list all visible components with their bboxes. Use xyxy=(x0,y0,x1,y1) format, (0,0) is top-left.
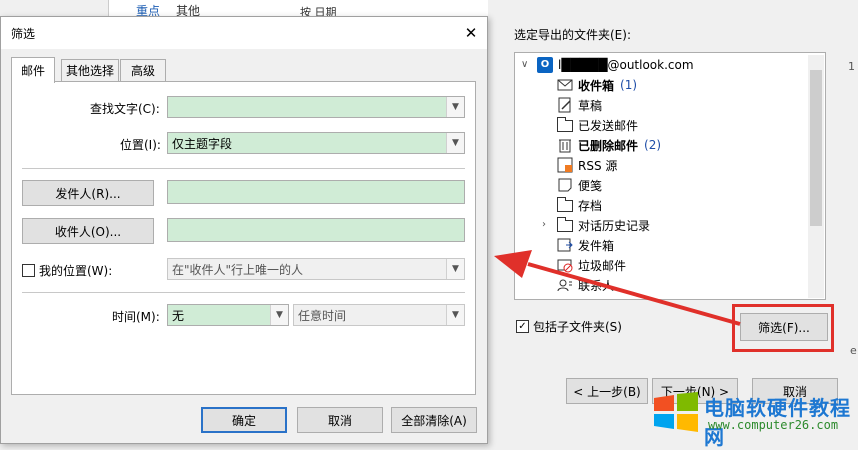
tree-item-deleted[interactable]: 已删除邮件 (2) xyxy=(557,135,661,155)
time-label: 时间(M): xyxy=(112,310,160,324)
my-location-checkbox[interactable] xyxy=(22,264,35,277)
clear-all-button[interactable]: 全部清除(A) xyxy=(391,407,477,433)
my-location-select[interactable]: 在"收件人"行上唯一的人 ▼ xyxy=(167,258,465,280)
account-name: l█████@outlook.com xyxy=(558,58,694,72)
from-button[interactable]: 发件人(R)... xyxy=(22,180,154,206)
tab-more-choices[interactable]: 其他选择 xyxy=(61,59,119,81)
close-icon[interactable]: ✕ xyxy=(459,21,483,45)
filter-dialog: 筛选 ✕ 邮件 其他选择 高级 查找文字(C): ▼ 位置(I): 仅主题字段 … xyxy=(0,16,488,444)
folder-name: 便笺 xyxy=(578,178,603,193)
to-button[interactable]: 收件人(O)... xyxy=(22,218,154,244)
my-location-option[interactable]: 我的位置(W): xyxy=(22,262,112,279)
tree-item-drafts[interactable]: 草稿 xyxy=(557,95,602,115)
folder-name: RSS 源 xyxy=(578,158,618,173)
annotation-arrow xyxy=(494,250,741,326)
tree-item-rss[interactable]: RSS 源 xyxy=(557,155,617,175)
tree-item-conversation-history[interactable]: 对话历史记录 xyxy=(557,215,650,235)
expand-icon[interactable]: › xyxy=(542,219,546,230)
export-folder-label: 选定导出的文件夹(E): xyxy=(514,28,631,42)
chevron-down-icon[interactable]: ▼ xyxy=(446,259,464,279)
back-button[interactable]: < 上一步(B) xyxy=(566,378,648,404)
folder-icon xyxy=(557,217,573,232)
folder-icon xyxy=(557,117,573,132)
note-icon xyxy=(557,177,573,193)
tree-item-inbox[interactable]: 收件箱 (1) xyxy=(557,75,637,95)
edge-text: e xyxy=(850,344,857,357)
search-text-combobox[interactable]: ▼ xyxy=(167,96,465,118)
ok-button[interactable]: 确定 xyxy=(201,407,287,433)
rss-icon xyxy=(557,157,573,173)
tree-scrollbar-thumb[interactable] xyxy=(810,70,822,226)
unread-count: (2) xyxy=(644,138,662,152)
divider xyxy=(22,292,465,293)
dialog-title: 筛选 xyxy=(11,27,36,41)
chevron-down-icon[interactable]: ▼ xyxy=(446,97,464,117)
tree-item-notes[interactable]: 便笺 xyxy=(557,175,602,195)
folder-icon xyxy=(557,197,573,212)
folder-name: 收件箱 xyxy=(578,78,615,93)
collapse-icon[interactable]: ∨ xyxy=(521,59,528,70)
tree-item-archive[interactable]: 存档 xyxy=(557,195,602,215)
to-field[interactable] xyxy=(167,218,465,242)
tree-item-account[interactable]: O l█████@outlook.com xyxy=(537,55,694,75)
unread-count: (1) xyxy=(620,78,638,92)
tab-mail[interactable]: 邮件 xyxy=(11,57,55,83)
chevron-down-icon[interactable]: ▼ xyxy=(270,305,288,325)
divider xyxy=(22,168,465,169)
windows-logo-icon xyxy=(654,392,698,432)
drafts-icon xyxy=(557,97,573,113)
message-list-header xyxy=(108,0,488,16)
outlook-icon: O xyxy=(537,57,553,73)
from-field[interactable] xyxy=(167,180,465,204)
tree-item-sent[interactable]: 已发送邮件 xyxy=(557,115,638,135)
time-range-select[interactable]: 任意时间 ▼ xyxy=(293,304,465,326)
my-location-value: 在"收件人"行上唯一的人 xyxy=(172,262,304,277)
location-value: 仅主题字段 xyxy=(172,136,233,151)
time-range-value: 任意时间 xyxy=(298,308,347,323)
time-value: 无 xyxy=(172,308,185,323)
watermark-url: www.computer26.com xyxy=(708,418,839,432)
folder-name: 已删除邮件 xyxy=(578,138,639,153)
chevron-down-icon[interactable]: ▼ xyxy=(446,305,464,325)
inbox-icon xyxy=(557,77,573,93)
my-location-label: 我的位置(W): xyxy=(39,264,113,278)
location-label: 位置(I): xyxy=(120,138,161,152)
edge-text: 1 xyxy=(848,60,855,73)
tab-advanced[interactable]: 高级 xyxy=(120,59,166,81)
folder-name: 已发送邮件 xyxy=(578,118,639,133)
dialog-titlebar[interactable] xyxy=(1,17,487,49)
cancel-button[interactable]: 取消 xyxy=(297,407,383,433)
folder-name: 草稿 xyxy=(578,98,603,113)
folder-name: 对话历史记录 xyxy=(578,218,651,233)
time-select[interactable]: 无 ▼ xyxy=(167,304,289,326)
mail-tab-panel: 查找文字(C): ▼ 位置(I): 仅主题字段 ▼ 发件人(R)... 收件人(… xyxy=(11,81,476,395)
trash-icon xyxy=(557,137,573,153)
folder-name: 存档 xyxy=(578,198,603,213)
chevron-down-icon[interactable]: ▼ xyxy=(446,133,464,153)
location-select[interactable]: 仅主题字段 ▼ xyxy=(167,132,465,154)
search-text-label: 查找文字(C): xyxy=(90,102,160,116)
